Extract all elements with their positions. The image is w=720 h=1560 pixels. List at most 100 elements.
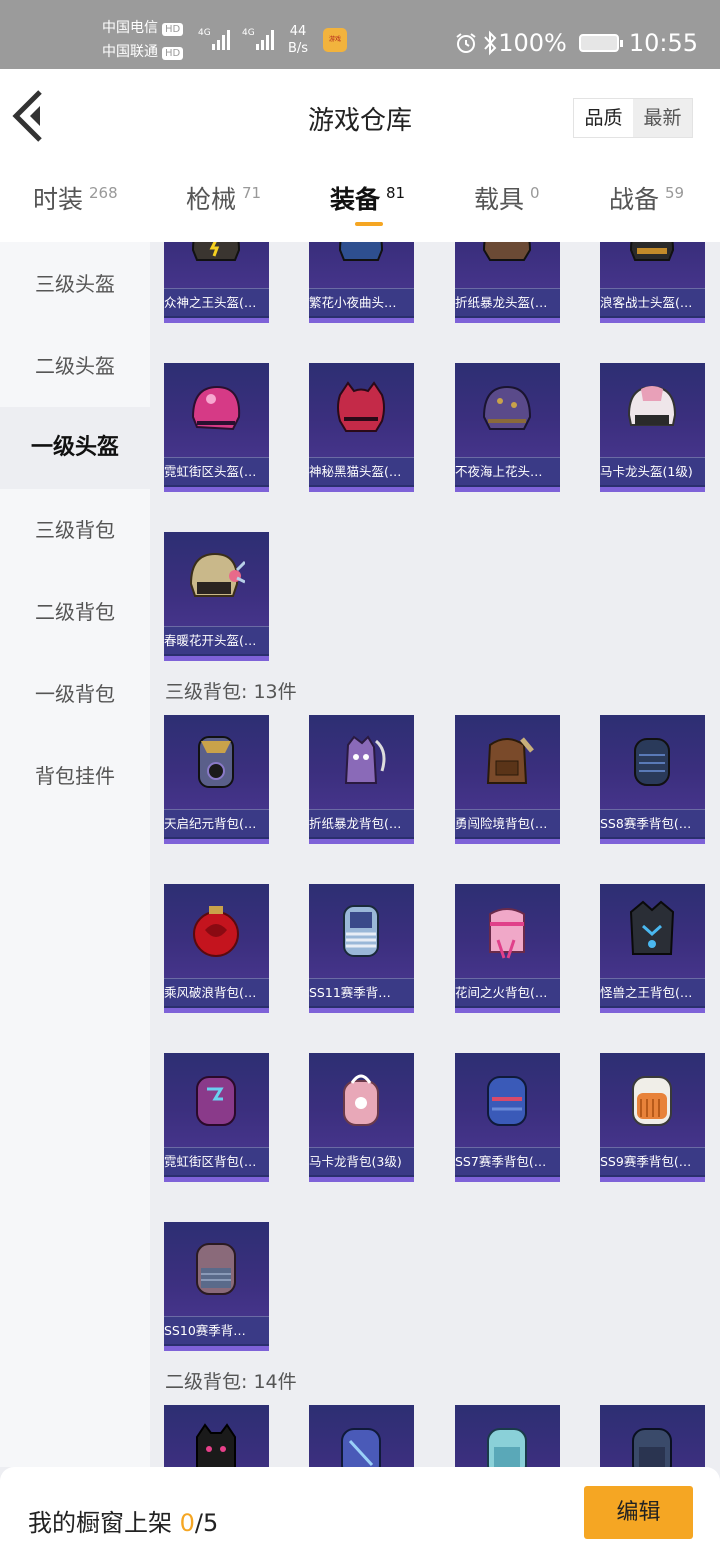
backpack-icon: [486, 737, 534, 784]
item-name: SS11赛季背…: [309, 978, 414, 1006]
item-card[interactable]: 霓虹街区背包(…: [164, 1053, 269, 1182]
sidebar-item-backpack-charm[interactable]: 背包挂件: [0, 735, 150, 817]
helmet-icon: [338, 242, 384, 261]
item-card[interactable]: 神秘黑猫头盔(…: [309, 363, 414, 492]
sidebar-item-backpack-2[interactable]: 二级背包: [0, 571, 150, 653]
item-name: 众神之王头盔(…: [164, 288, 269, 316]
category-sidebar: 三级头盔 二级头盔 一级头盔 三级背包 二级背包 一级背包 背包挂件: [0, 242, 150, 1467]
item-name: SS7赛季背包(…: [455, 1147, 560, 1175]
item-card[interactable]: 乘风破浪背包(…: [164, 884, 269, 1013]
item-card[interactable]: 天启纪元背包(…: [164, 715, 269, 844]
item-card[interactable]: 马卡龙头盔(1级): [600, 363, 705, 492]
item-card[interactable]: SS10赛季背…: [164, 1222, 269, 1351]
tab-guns[interactable]: 枪械 71: [186, 180, 261, 220]
item-card[interactable]: [600, 1405, 705, 1467]
item-card[interactable]: 勇闯险境背包(…: [455, 715, 560, 844]
sidebar-item-backpack-3[interactable]: 三级背包: [0, 489, 150, 571]
sidebar-item-helmet-2[interactable]: 二级头盔: [0, 325, 150, 407]
item-name: 花间之火背包(…: [455, 978, 560, 1006]
helmet-icon: [482, 242, 532, 261]
tab-count: 59: [665, 184, 685, 202]
backpack-icon: [632, 1428, 672, 1467]
helmet-icon: [191, 242, 241, 261]
item-grid: 众神之王头盔(… 繁花小夜曲头… 折纸暴龙头盔(… 浪客战士头盔(… 霓虹街区头…: [150, 242, 720, 1467]
backpack-icon: [487, 1428, 527, 1467]
clock: 10:55: [628, 29, 698, 57]
item-name: 繁花小夜曲头…: [309, 288, 414, 316]
carrier-2: 中国联通 HD: [102, 44, 184, 60]
item-card[interactable]: 繁花小夜曲头…: [309, 242, 414, 323]
carrier-1: 中国电信 HD: [102, 20, 184, 36]
status-bar: 中国电信 HD 中国联通 HD 4G 4G 44 B/s 游戏 100% 10:55: [0, 0, 720, 69]
item-card[interactable]: [309, 1405, 414, 1467]
sidebar-item-backpack-1[interactable]: 一级背包: [0, 653, 150, 735]
item-name: 浪客战士头盔(…: [600, 288, 705, 316]
shelf-count: 0: [179, 1509, 195, 1537]
sort-toggle: 品质 最新: [573, 98, 693, 138]
tab-label: 时装: [33, 185, 84, 214]
sidebar-item-helmet-1[interactable]: 一级头盔: [0, 407, 150, 489]
tab-count: 71: [242, 184, 262, 202]
tab-supplies[interactable]: 战备 59: [609, 180, 684, 220]
item-card[interactable]: SS8赛季背包(…: [600, 715, 705, 844]
item-card[interactable]: 众神之王头盔(…: [164, 242, 269, 323]
tab-label: 载具: [474, 185, 525, 214]
item-card[interactable]: 春暖花开头盔(…: [164, 532, 269, 661]
item-card[interactable]: 花间之火背包(…: [455, 884, 560, 1013]
item-name: 春暖花开头盔(…: [164, 626, 269, 654]
item-card[interactable]: 怪兽之王背包(…: [600, 884, 705, 1013]
item-card[interactable]: 马卡龙背包(3级): [309, 1053, 414, 1182]
bottom-bar: 我的橱窗上架 0/5 编辑: [0, 1467, 720, 1560]
item-name: 马卡龙背包(3级): [309, 1147, 414, 1175]
item-card[interactable]: 不夜海上花头…: [455, 363, 560, 492]
item-card[interactable]: [455, 1405, 560, 1467]
backpack-icon: [634, 738, 670, 786]
tab-vehicles[interactable]: 载具 0: [474, 180, 540, 220]
tab-equipment[interactable]: 装备 81: [330, 180, 405, 220]
tab-fashion[interactable]: 时装 268: [33, 180, 118, 220]
item-card[interactable]: [164, 1405, 269, 1467]
item-card[interactable]: 浪客战士头盔(…: [600, 242, 705, 323]
helmet-icon: [191, 385, 241, 431]
item-card[interactable]: SS7赛季背包(…: [455, 1053, 560, 1182]
item-card[interactable]: 折纸暴龙背包(…: [309, 715, 414, 844]
item-card[interactable]: 折纸暴龙头盔(…: [455, 242, 560, 323]
backpack-icon: [193, 906, 239, 957]
tab-label: 枪械: [186, 185, 237, 214]
helmet-icon: [337, 381, 385, 432]
item-name: 神秘黑猫头盔(…: [309, 457, 414, 485]
item-name: 折纸暴龙背包(…: [309, 809, 414, 837]
tab-count: 268: [89, 184, 118, 202]
tab-count: 81: [386, 184, 406, 202]
alarm-icon: [456, 33, 476, 53]
backpack-icon: [341, 1428, 381, 1467]
item-card[interactable]: SS11赛季背…: [309, 884, 414, 1013]
sort-quality-button[interactable]: 品质: [574, 99, 633, 137]
tab-count: 0: [530, 184, 540, 202]
helmet-icon: [629, 242, 675, 261]
backpack-icon: [487, 1076, 527, 1126]
item-card[interactable]: SS9赛季背包(…: [600, 1053, 705, 1182]
item-name: 怪兽之王背包(…: [600, 978, 705, 1006]
tab-label: 装备: [330, 185, 381, 214]
backpack-icon: [344, 735, 386, 784]
helmet-icon: [189, 552, 245, 597]
showcase-shelf-status: 我的橱窗上架 0/5: [28, 1509, 219, 1537]
net-type-1: 4G: [198, 28, 211, 38]
bluetooth-icon: [484, 30, 497, 56]
active-tab-indicator: [355, 222, 383, 226]
backpack-icon: [196, 1076, 236, 1126]
net-type-2: 4G: [242, 28, 255, 38]
edit-button[interactable]: 编辑: [584, 1486, 693, 1539]
tab-label: 战备: [609, 185, 660, 214]
signal-2-icon: [256, 28, 274, 50]
sort-newest-button[interactable]: 最新: [633, 99, 692, 137]
section-header-backpack-3: 三级背包: 13件: [165, 681, 297, 703]
item-name: SS10赛季背…: [164, 1316, 269, 1344]
item-name: 折纸暴龙头盔(…: [455, 288, 560, 316]
network-speed: 44 B/s: [288, 24, 309, 56]
sidebar-item-helmet-3[interactable]: 三级头盔: [0, 243, 150, 325]
item-card[interactable]: 霓虹街区头盔(…: [164, 363, 269, 492]
item-name: 霓虹街区头盔(…: [164, 457, 269, 485]
backpack-icon: [196, 1423, 236, 1467]
